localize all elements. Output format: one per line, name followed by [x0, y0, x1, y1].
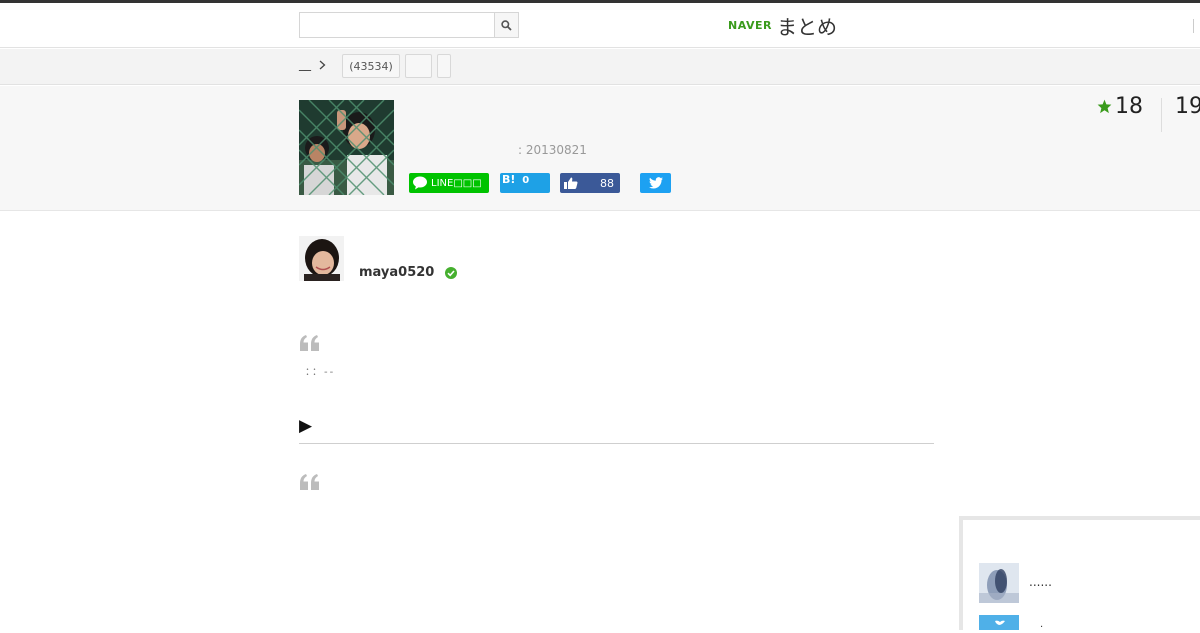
author-avatar[interactable]	[299, 236, 344, 281]
header-divider	[1193, 19, 1194, 33]
facebook-like-count: 88	[600, 176, 614, 190]
verified-check-icon	[445, 267, 457, 279]
hatena-count: 0	[522, 175, 530, 186]
line-share-button[interactable]: LINE□□□	[409, 173, 489, 193]
chevron-right-icon	[319, 60, 326, 70]
search-icon	[501, 19, 512, 31]
related-item-thumbnail[interactable]	[979, 563, 1019, 603]
favorite-count: 18	[1115, 94, 1143, 119]
quote-text: ：：--	[305, 367, 336, 378]
updated-date: : 20130821	[518, 143, 587, 157]
hatena-bookmark-button[interactable]: B! 0	[500, 173, 550, 193]
related-thumbnail-image	[979, 563, 1019, 603]
section-divider	[299, 443, 934, 444]
site-logo[interactable]: NAVER まとめ	[728, 12, 837, 39]
star-icon	[1097, 99, 1112, 114]
logo-product: まとめ	[776, 14, 837, 39]
breadcrumb-home[interactable]: __	[299, 57, 311, 71]
quote-open-icon	[300, 335, 319, 351]
line-share-label: LINE□□□	[431, 177, 482, 189]
thumbnail-image	[299, 100, 394, 195]
site-header: NAVER まとめ	[0, 3, 1200, 48]
related-item-title[interactable]: ......	[1029, 575, 1052, 589]
twitter-bird-icon	[995, 620, 1005, 625]
breadcrumb: __ (43534)	[0, 49, 1200, 85]
facebook-like-button[interactable]: 88	[560, 173, 620, 193]
avatar-image	[299, 236, 344, 281]
twitter-share-button[interactable]	[640, 173, 671, 193]
author-name[interactable]: maya0520	[359, 265, 434, 280]
breadcrumb-tag[interactable]	[405, 54, 432, 78]
breadcrumb-tag[interactable]	[437, 54, 451, 78]
matome-info-bar: : 20130821 LINE□□□ B! 0 88 18 19	[0, 86, 1200, 211]
line-icon	[413, 176, 427, 190]
logo-brand: NAVER	[728, 18, 772, 32]
view-count: 19	[1175, 94, 1200, 119]
link-marker[interactable]: ▶	[299, 416, 312, 436]
quote-open-icon	[300, 474, 319, 490]
related-item-thumbnail[interactable]	[979, 615, 1019, 630]
thumbs-up-icon	[564, 177, 578, 189]
search-box	[299, 12, 519, 38]
breadcrumb-tag-category[interactable]: (43534)	[342, 54, 400, 78]
twitter-bird-icon	[648, 177, 663, 189]
search-input[interactable]	[300, 13, 494, 37]
search-button[interactable]	[494, 13, 518, 37]
matome-thumbnail[interactable]	[299, 100, 394, 195]
favorite-count-block[interactable]: 18	[1097, 94, 1143, 119]
stat-divider	[1161, 98, 1162, 132]
hatena-label: B!	[502, 173, 516, 186]
related-item-title[interactable]: ·	[1040, 622, 1043, 633]
